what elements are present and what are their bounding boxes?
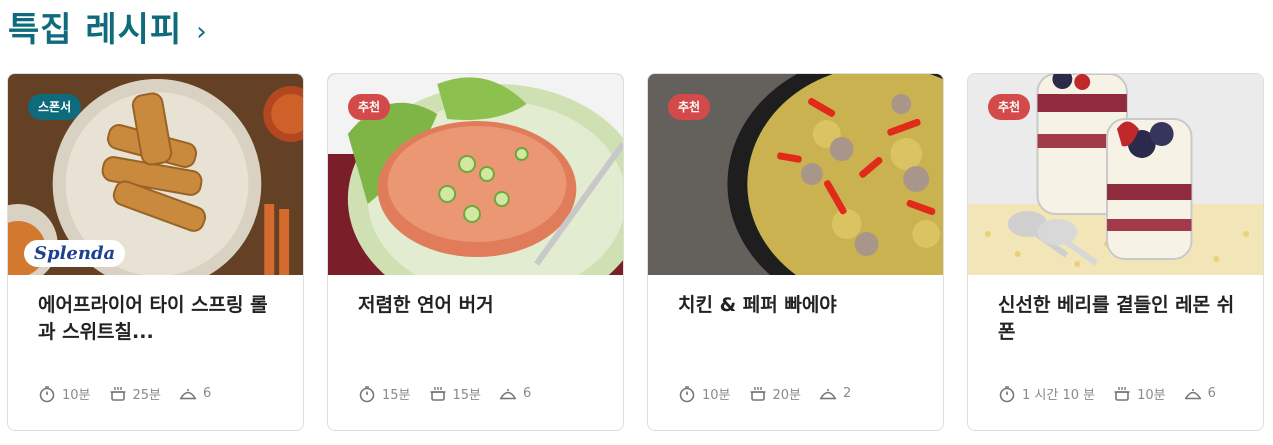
chevron-right-icon: › <box>196 17 207 47</box>
recipe-image-lemon-chiffon[interactable]: 추천 <box>968 74 1263 275</box>
recommended-badge: 추천 <box>668 94 711 120</box>
servings-value: 6 <box>523 386 532 401</box>
recipe-title[interactable]: 에어프라이어 타이 스프링 롤과 스위트칠... <box>38 292 283 346</box>
pot-icon <box>430 386 446 401</box>
recipe-card[interactable]: 추천 신선한 베리를 곁들인 레몬 쉬폰 1 시간 10 분 10분 6 <box>967 73 1264 431</box>
servings-value: 6 <box>1207 386 1216 401</box>
servings: 6 <box>499 385 531 403</box>
featured-recipes-header[interactable]: 특집 레시피 › <box>8 8 207 52</box>
servings: 2 <box>819 385 851 403</box>
serving-dish-icon <box>500 388 517 399</box>
cook-time: 10분 <box>1113 384 1166 403</box>
prep-time: 10분 <box>678 384 731 403</box>
stopwatch-icon <box>359 385 375 402</box>
prep-time: 10분 <box>38 384 91 403</box>
prep-time: 15분 <box>358 384 411 403</box>
recipe-card[interactable]: 추천 치킨 & 페퍼 빠에야 10분 20분 2 <box>647 73 944 431</box>
servings-value: 6 <box>203 386 212 401</box>
serving-dish-icon <box>1184 388 1201 399</box>
prep-time-value: 10분 <box>62 388 91 403</box>
stopwatch-icon <box>679 385 695 402</box>
recipe-image-salmon-burger[interactable]: 추천 <box>328 74 623 275</box>
servings: 6 <box>179 385 211 403</box>
recipe-meta: 15분 15분 6 <box>358 384 531 403</box>
cook-time: 20분 <box>749 384 802 403</box>
pot-icon <box>110 386 126 401</box>
recipe-title[interactable]: 치킨 & 페퍼 빠에야 <box>678 292 923 319</box>
cook-time: 25분 <box>109 384 162 403</box>
recipe-title[interactable]: 신선한 베리를 곁들인 레몬 쉬폰 <box>998 292 1243 346</box>
section-title: 특집 레시피 <box>8 10 183 50</box>
cook-time-value: 25분 <box>132 388 162 403</box>
recommended-badge: 추천 <box>348 94 391 120</box>
pot-icon <box>750 386 766 401</box>
cook-time-value: 20분 <box>772 388 802 403</box>
recommended-badge: 추천 <box>988 94 1031 120</box>
recipe-meta: 1 시간 10 분 10분 6 <box>998 384 1216 403</box>
pot-icon <box>1114 386 1130 401</box>
stopwatch-icon <box>999 385 1015 402</box>
recipe-card[interactable]: 스폰서 Splenda 에어프라이어 타이 스프링 롤과 스위트칠... 10분… <box>7 73 304 431</box>
serving-dish-icon <box>820 388 837 399</box>
recipe-card[interactable]: 추천 저렴한 연어 버거 15분 15분 6 <box>327 73 624 431</box>
cook-time-value: 15분 <box>452 388 482 403</box>
cook-time-value: 10분 <box>1137 388 1166 403</box>
recipe-image-paella[interactable]: 추천 <box>648 74 943 275</box>
recipe-image-spring-rolls[interactable]: 스폰서 Splenda <box>8 74 303 275</box>
stopwatch-icon <box>39 385 55 402</box>
servings-value: 2 <box>843 386 852 401</box>
recipe-meta: 10분 20분 2 <box>678 384 851 403</box>
recipe-title[interactable]: 저렴한 연어 버거 <box>358 292 603 319</box>
serving-dish-icon <box>180 388 197 399</box>
prep-time: 1 시간 10 분 <box>998 384 1095 403</box>
prep-time-value: 10분 <box>702 388 731 403</box>
sponsor-badge: 스폰서 <box>28 94 82 120</box>
servings: 6 <box>1184 385 1216 403</box>
prep-time-value: 15분 <box>382 388 411 403</box>
splenda-logo: Splenda <box>24 240 126 267</box>
recipe-meta: 10분 25분 6 <box>38 384 211 403</box>
cook-time: 15분 <box>429 384 482 403</box>
prep-time-value: 1 시간 10 분 <box>1022 388 1096 403</box>
recipe-card-list: 스폰서 Splenda 에어프라이어 타이 스프링 롤과 스위트칠... 10분… <box>7 73 1264 431</box>
